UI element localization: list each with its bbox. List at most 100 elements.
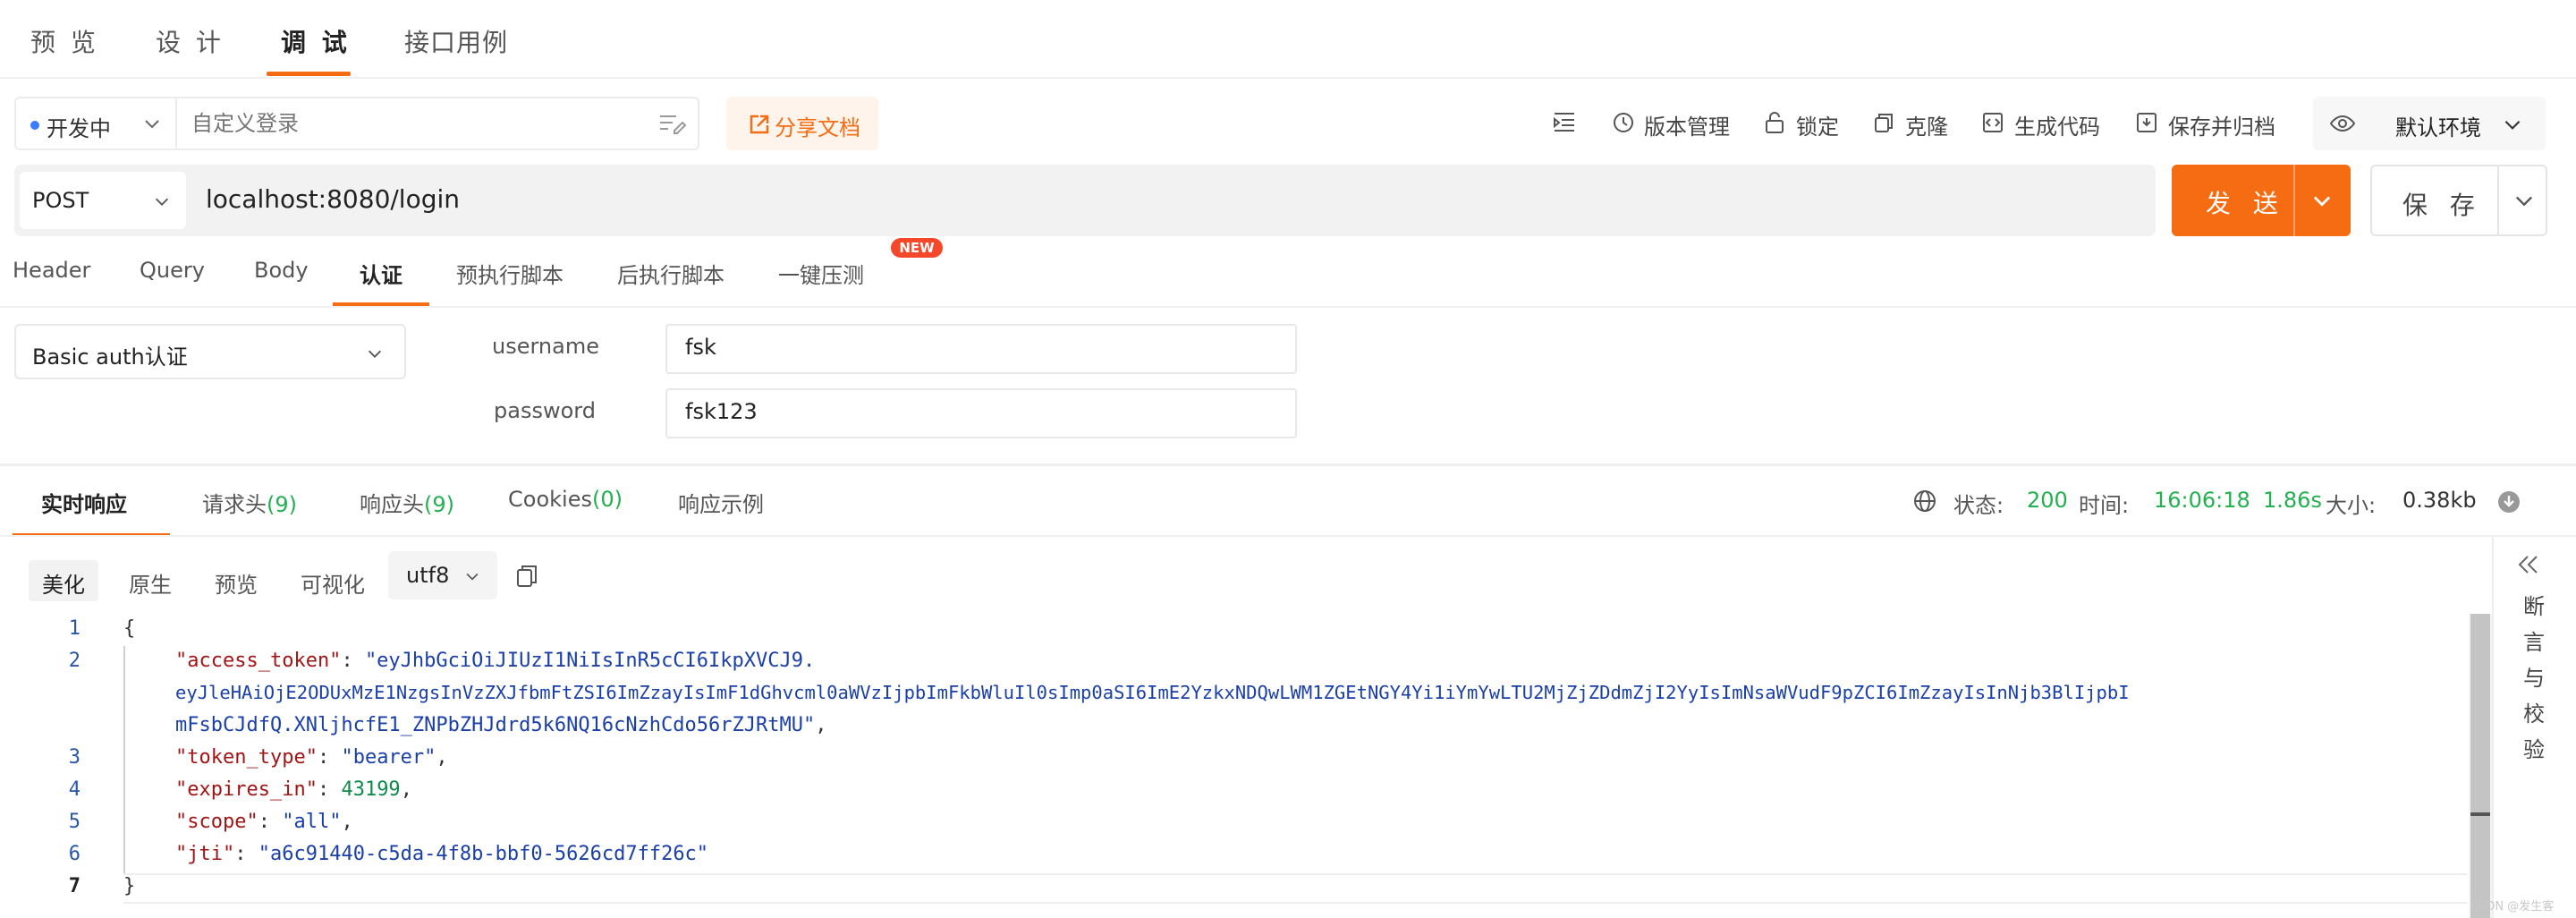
view-pretty[interactable]: 美化: [29, 560, 98, 601]
tab-request-headers[interactable]: 请求头(9): [202, 487, 297, 518]
chevron-down-icon[interactable]: [2512, 188, 2537, 213]
code-line: "token_type": "bearer",: [175, 746, 448, 769]
chevron-down-icon[interactable]: [141, 113, 163, 134]
method-select[interactable]: POST: [20, 172, 186, 229]
json-key: "scope": [175, 811, 258, 833]
save-archive-label: 保存并归档: [2168, 115, 2275, 140]
line-number: 1: [68, 617, 80, 640]
chevron-down-icon[interactable]: [2309, 188, 2334, 213]
code-line: "access_token": "eyJhbGciOiJIUzI1NiIsInR…: [175, 650, 816, 672]
json-key: "expires_in": [175, 778, 318, 801]
encoding-label: utf8: [406, 563, 450, 588]
view-raw[interactable]: 原生: [129, 560, 172, 601]
section-divider: [0, 463, 2576, 466]
tab-design[interactable]: 设 计: [156, 23, 225, 59]
clone-label: 克隆: [1905, 115, 1948, 140]
list-edit-icon[interactable]: [658, 111, 687, 136]
json-key: "access_token": [175, 650, 342, 672]
tab-cookies[interactable]: Cookies(0): [508, 487, 623, 512]
share-icon: [750, 115, 769, 134]
url-bar: POST localhost:8080/login: [14, 165, 2156, 236]
json-number: 43199: [341, 778, 401, 801]
username-label: username: [492, 334, 599, 359]
tab-response-headers[interactable]: 响应头(9): [360, 487, 454, 518]
code-line: eyJleHAiOjE2ODUxMzE1NzgsInVzZXJfbmFtZSI6…: [175, 682, 2130, 703]
tab-test-cases[interactable]: 接口用例: [404, 23, 508, 59]
tab-header[interactable]: Header: [13, 258, 90, 283]
status-dot: [30, 121, 39, 130]
version-label: 版本管理: [1644, 115, 1730, 140]
response-time: 16:06:18: [2154, 488, 2250, 513]
watermark: CSDN @发生客: [2470, 900, 2555, 914]
size-label: 大小:: [2326, 493, 2377, 518]
assertion-side-panel[interactable]: 断言与校验: [2492, 537, 2576, 918]
password-field[interactable]: fsk123: [665, 388, 1297, 438]
count-badge: (0): [591, 487, 623, 512]
new-badge: NEW: [891, 238, 943, 258]
environment-label: 默认环境: [2395, 115, 2481, 140]
environment-select[interactable]: 默认环境: [2313, 97, 2546, 150]
count-badge: (9): [267, 492, 297, 517]
archive-icon: [2137, 113, 2157, 132]
tab-response-example[interactable]: 响应示例: [678, 487, 764, 518]
line-number: 6: [68, 843, 80, 865]
line-number: 4: [68, 778, 80, 801]
json-string: mFsbCJdfQ.XNljhcfE1_ZNPbZHJdrd5k6NQ16cNz…: [175, 714, 816, 736]
indent-icon[interactable]: [1553, 111, 1576, 132]
username-value: fsk: [685, 335, 716, 360]
json-string: "all": [282, 811, 342, 833]
auth-type-label: Basic auth认证: [32, 344, 188, 370]
url-input[interactable]: localhost:8080/login: [206, 184, 460, 214]
download-icon[interactable]: [2497, 490, 2521, 514]
copy-icon[interactable]: [515, 564, 538, 589]
save-button[interactable]: 保 存: [2370, 165, 2547, 236]
divider: [2497, 166, 2499, 234]
status-login-box: 开发中: [14, 97, 699, 150]
tab-label: Cookies: [508, 487, 592, 512]
divider: [0, 535, 2576, 537]
send-button[interactable]: 发 送: [2172, 165, 2351, 236]
status-select[interactable]: 开发中: [47, 111, 111, 142]
count-badge: (9): [424, 492, 454, 517]
double-chevron-left-icon[interactable]: [2515, 553, 2542, 576]
password-label: password: [494, 398, 596, 423]
json-string: "a6c91440-c5da-4f8b-bbf0-5626cd7ff26c": [258, 843, 709, 865]
auth-type-select[interactable]: Basic auth认证: [14, 324, 406, 379]
custom-login-input[interactable]: [191, 111, 639, 136]
json-string: "bearer": [341, 746, 436, 769]
copy-icon: [1875, 114, 1893, 132]
generate-code-label: 生成代码: [2014, 115, 2100, 140]
username-field[interactable]: fsk: [665, 324, 1297, 374]
tab-debug[interactable]: 调 试: [281, 23, 351, 59]
time-label: 时间:: [2079, 493, 2130, 518]
share-doc-button[interactable]: 分享文档: [726, 97, 878, 150]
view-preview[interactable]: 预览: [215, 560, 258, 601]
lock-icon: [1766, 112, 1784, 133]
line-number: 3: [68, 746, 80, 769]
code-line: {: [123, 617, 136, 640]
clock-icon: [1614, 113, 1633, 132]
send-label: 发 送: [2206, 189, 2285, 218]
tab-post-script[interactable]: 后执行脚本: [617, 258, 724, 289]
divider: [2293, 165, 2295, 236]
assertion-label: 断言与校验: [2523, 594, 2545, 762]
tab-preview[interactable]: 预 览: [30, 23, 99, 59]
tab-auth[interactable]: 认证: [360, 258, 402, 289]
line-number: 5: [68, 811, 80, 833]
divider: [0, 306, 2576, 308]
top-tabs: 预 览 设 计 调 试 接口用例: [0, 0, 2576, 79]
view-visualize[interactable]: 可视化: [301, 560, 365, 601]
code-icon: [1983, 113, 2003, 132]
tab-realtime-response[interactable]: 实时响应: [41, 487, 127, 518]
status-code: 200: [2027, 488, 2068, 513]
tab-query[interactable]: Query: [140, 258, 205, 283]
tab-load-test[interactable]: 一键压测: [778, 258, 864, 289]
encoding-select[interactable]: utf8: [388, 551, 497, 599]
scrollbar-thumb[interactable]: [2470, 614, 2490, 918]
tab-body[interactable]: Body: [254, 258, 309, 283]
globe-icon[interactable]: [1912, 489, 1937, 514]
tab-pre-script[interactable]: 预执行脚本: [456, 258, 564, 289]
chevron-down-icon: [368, 350, 382, 358]
chevron-down-icon: [2504, 120, 2521, 130]
lock-label: 锁定: [1796, 115, 1839, 140]
